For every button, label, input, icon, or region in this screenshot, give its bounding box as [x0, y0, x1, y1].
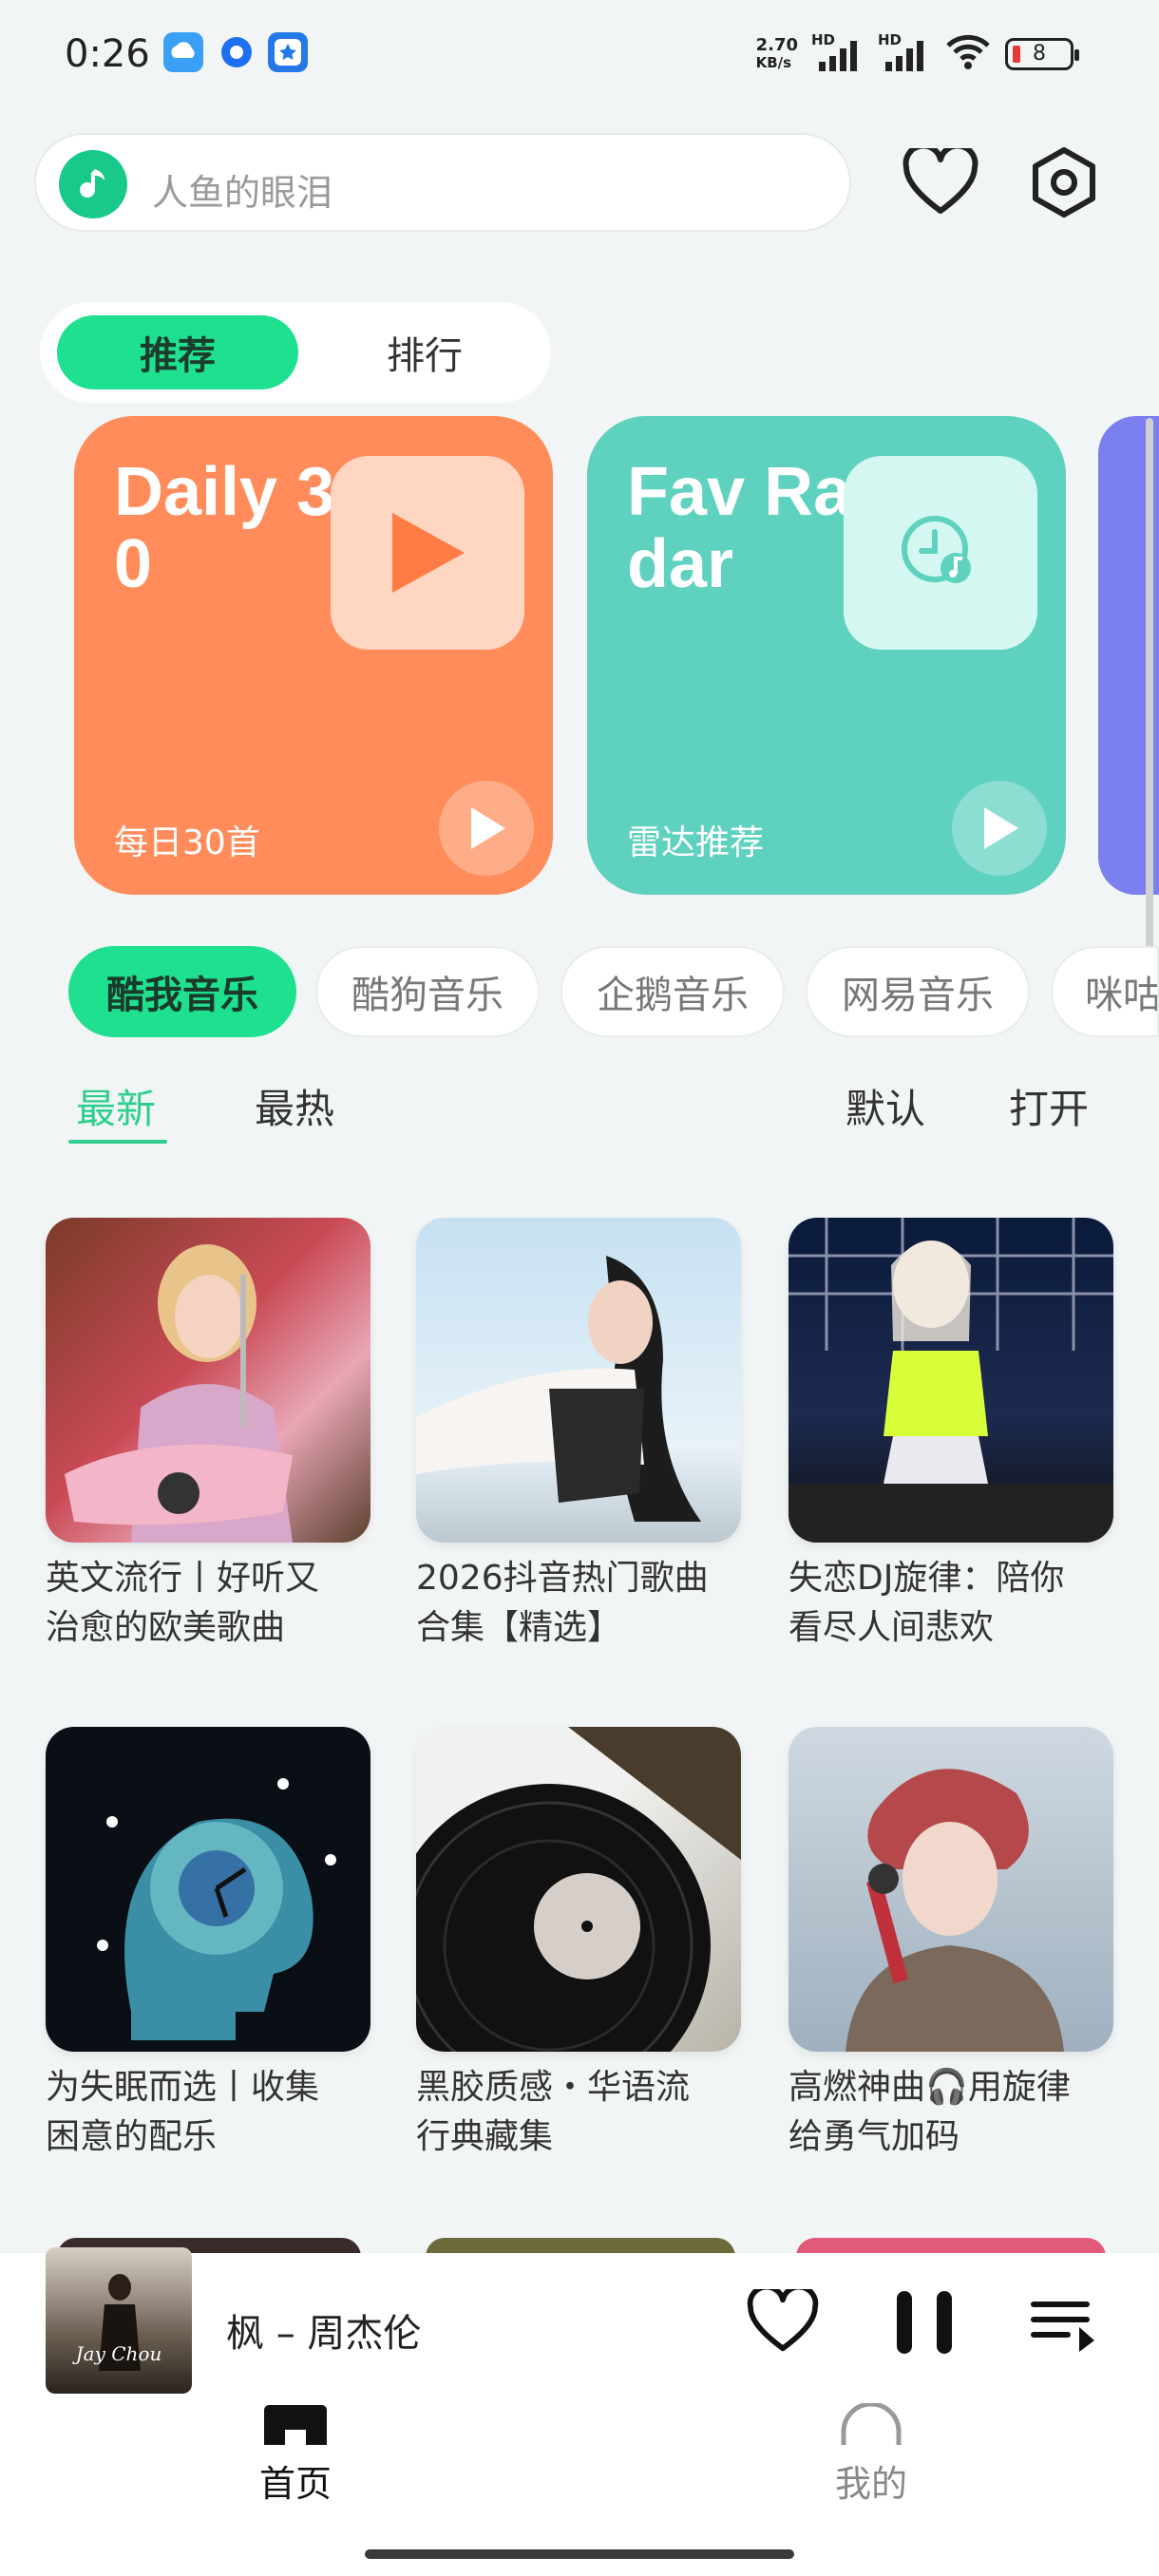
pause-icon[interactable] [891, 2289, 958, 2359]
playlist-title[interactable]: 2026抖音热门歌曲 合集【精选】 [416, 1554, 745, 1653]
mine-icon [841, 2401, 902, 2445]
category-tabs: 推荐 排行 [40, 302, 551, 403]
source-chip-qq[interactable]: 企鹅音乐 [560, 946, 785, 1037]
star-app-icon [268, 32, 308, 72]
card-title: Fav Radar [627, 454, 852, 602]
source-chip-kugou[interactable]: 酷狗音乐 [315, 946, 540, 1037]
scrollbar[interactable] [1146, 418, 1153, 988]
battery-icon: 8 [1005, 37, 1079, 70]
card-subtitle: 雷达推荐 [627, 824, 765, 862]
play-art-icon [331, 456, 524, 650]
like-heart-icon[interactable] [747, 2283, 819, 2358]
card-fav-radar[interactable]: Fav Radar 雷达推荐 [587, 416, 1066, 895]
playlist-queue-icon[interactable] [1030, 2299, 1098, 2356]
tab-ranking[interactable]: 排行 [325, 315, 524, 389]
signal-icon-2: HD [878, 31, 931, 73]
search-placeholder: 人鱼的眼泪 [152, 172, 333, 214]
wifi-icon [944, 32, 992, 75]
cover-text: Jay Chou [75, 2342, 162, 2365]
sort-indicator [68, 1140, 167, 1144]
now-playing-title[interactable]: 枫 – 周杰伦 [226, 2302, 421, 2358]
clock-music-icon [844, 456, 1037, 650]
sort-default[interactable]: 默认 [846, 1077, 925, 1135]
source-chip-kuwo[interactable]: 酷我音乐 [68, 946, 296, 1037]
now-playing-cover[interactable]: Jay Chou [46, 2247, 192, 2394]
sort-newest[interactable]: 最新 [76, 1077, 156, 1135]
browser-app-icon [217, 32, 256, 72]
card-daily-30[interactable]: Daily 30 每日30首 [74, 416, 553, 895]
playlist-cover[interactable] [416, 1727, 741, 2052]
search-bar[interactable]: 人鱼的眼泪 [34, 133, 851, 232]
playlist-cover[interactable] [416, 1218, 741, 1543]
net-speed-unit: KB/s [755, 53, 792, 71]
nav-home[interactable]: 首页 [243, 2403, 348, 2507]
signal-icon-1: HD [811, 31, 864, 73]
play-button-icon[interactable] [439, 781, 534, 876]
playlist-title[interactable]: 高燃神曲🎧用旋律 给勇气加码 [788, 2063, 1117, 2162]
gesture-home-bar[interactable] [365, 2549, 794, 2559]
nav-mine-label: 我的 [834, 2463, 907, 2505]
favorites-heart-icon[interactable] [891, 133, 990, 232]
tab-recommend[interactable]: 推荐 [57, 315, 298, 389]
nav-mine[interactable]: 我的 [819, 2401, 923, 2507]
card-subtitle: 每日30首 [114, 824, 260, 862]
app-logo-icon [59, 150, 127, 218]
sort-hottest[interactable]: 最热 [255, 1077, 334, 1135]
status-time: 0:26 [65, 32, 150, 76]
status-indicators: 2.70 KB/s HD HD 8 [755, 31, 1079, 75]
source-chip-migu[interactable]: 咪咕 [1051, 946, 1159, 1037]
nav-home-label: 首页 [258, 2463, 332, 2505]
playlist-cover[interactable] [788, 1727, 1113, 2052]
net-speed: 2.70 [755, 34, 798, 55]
cloud-app-icon [163, 32, 203, 72]
playlist-title[interactable]: 英文流行丨好听又 治愈的欧美歌曲 [46, 1554, 374, 1653]
playlist-cover[interactable] [788, 1218, 1113, 1543]
playlist-title[interactable]: 为失眠而选丨收集 困意的配乐 [46, 2063, 374, 2162]
playlist-cover[interactable] [46, 1218, 370, 1543]
playlist-title[interactable]: 黑胶质感・华语流 行典藏集 [416, 2063, 745, 2162]
settings-hexagon-icon[interactable] [1015, 133, 1113, 232]
playlist-title[interactable]: 失恋DJ旋律：陪你 看尽人间悲欢 [788, 1554, 1117, 1653]
card-title: Daily 30 [114, 454, 335, 602]
source-chip-netease[interactable]: 网易音乐 [806, 946, 1030, 1037]
home-icon [264, 2405, 327, 2445]
play-button-icon[interactable] [952, 781, 1047, 876]
sort-open[interactable]: 打开 [1009, 1077, 1089, 1135]
playlist-cover[interactable] [46, 1727, 370, 2052]
